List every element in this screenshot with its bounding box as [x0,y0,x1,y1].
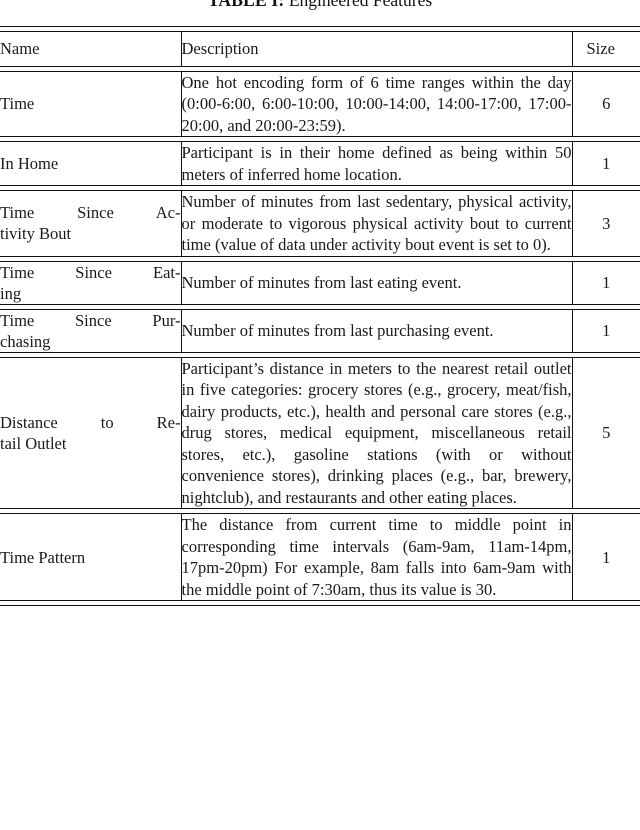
row-name-cell: Distance to Re- tail Outlet [0,358,181,509]
row-name-line: Time Pattern [0,547,86,567]
row-description-cell: Number of minutes from last purchasing e… [180,309,572,352]
row-size-cell: 1 [571,514,640,600]
table-caption: TABLE I: Engineered Features [0,0,640,11]
column-header-size: Size [571,32,640,66]
table-row: Time Since Pur- chasing Number of minute… [0,309,640,352]
rule-bottom-line [0,600,640,606]
table-page: TABLE I: Engineered Features Name Descri… [0,0,640,830]
row-size-cell: 3 [571,191,640,256]
row-name-cell: Time Pattern [0,514,181,600]
engineered-features-table: Name Description Size Time One hot encod… [0,26,640,606]
row-size-cell: 5 [571,357,640,508]
row-name-cell: Time Since Pur- chasing [0,310,181,352]
row-name-line: tivity Bout [0,224,72,244]
engineered-features-table-wrap: Name Description Size Time One hot encod… [0,26,640,606]
row-description-cell: The distance from current time to middle… [180,514,572,600]
row-name-line: In Home [0,154,59,173]
rule-bottom [0,600,640,606]
row-description-cell: Participant is in their home defined as … [180,142,572,185]
column-header-name: Name [0,39,40,59]
table-row: Time Since Ac- tivity Bout Number of min… [0,191,640,256]
table-row: Distance to Re- tail Outlet Participant’… [0,357,640,509]
table-row: Time Pattern The distance from current t… [0,514,640,600]
table-caption-label: TABLE I: [207,0,285,10]
table-caption-clip: TABLE I: Engineered Features [0,0,640,11]
row-size-cell: 6 [571,71,640,136]
row-name-cell: Time [0,72,181,137]
table-row: Time One hot encoding form of 6 time ran… [0,71,640,137]
row-name-line: Time [0,94,35,114]
table-row: Time Since Eat- ing Number of minutes fr… [0,261,640,304]
row-name-line: ing [0,283,22,303]
row-name-line: Time Since Eat- [0,262,181,282]
row-size-cell: 1 [571,309,640,352]
row-name-cell: In Home [0,142,181,185]
row-name-line: tail Outlet [0,433,67,453]
row-name-cell: Time Since Ac- tivity Bout [0,191,181,256]
row-description-cell: Number of minutes from last eating event… [180,261,572,304]
row-name-line: Distance to Re- [0,412,181,432]
row-size-cell: 1 [571,261,640,304]
table-caption-text: Engineered Features [288,0,433,10]
row-name-line: Time Since Pur- [0,310,181,330]
row-name-line: chasing [0,331,51,351]
table-row: In Home Participant is in their home def… [0,142,640,185]
row-size-cell: 1 [571,142,640,185]
table-header-row: Name Description Size [0,32,640,66]
column-header-description: Description [180,32,572,66]
row-name-cell: Time Since Eat- ing [0,262,181,304]
row-name-line: Time Since Ac- [0,203,181,223]
row-description-cell: Participant’s distance in meters to the … [180,357,572,508]
row-description-cell: One hot encoding form of 6 time ranges w… [180,71,572,136]
row-description-cell: Number of minutes from last sedentary, p… [180,191,572,256]
